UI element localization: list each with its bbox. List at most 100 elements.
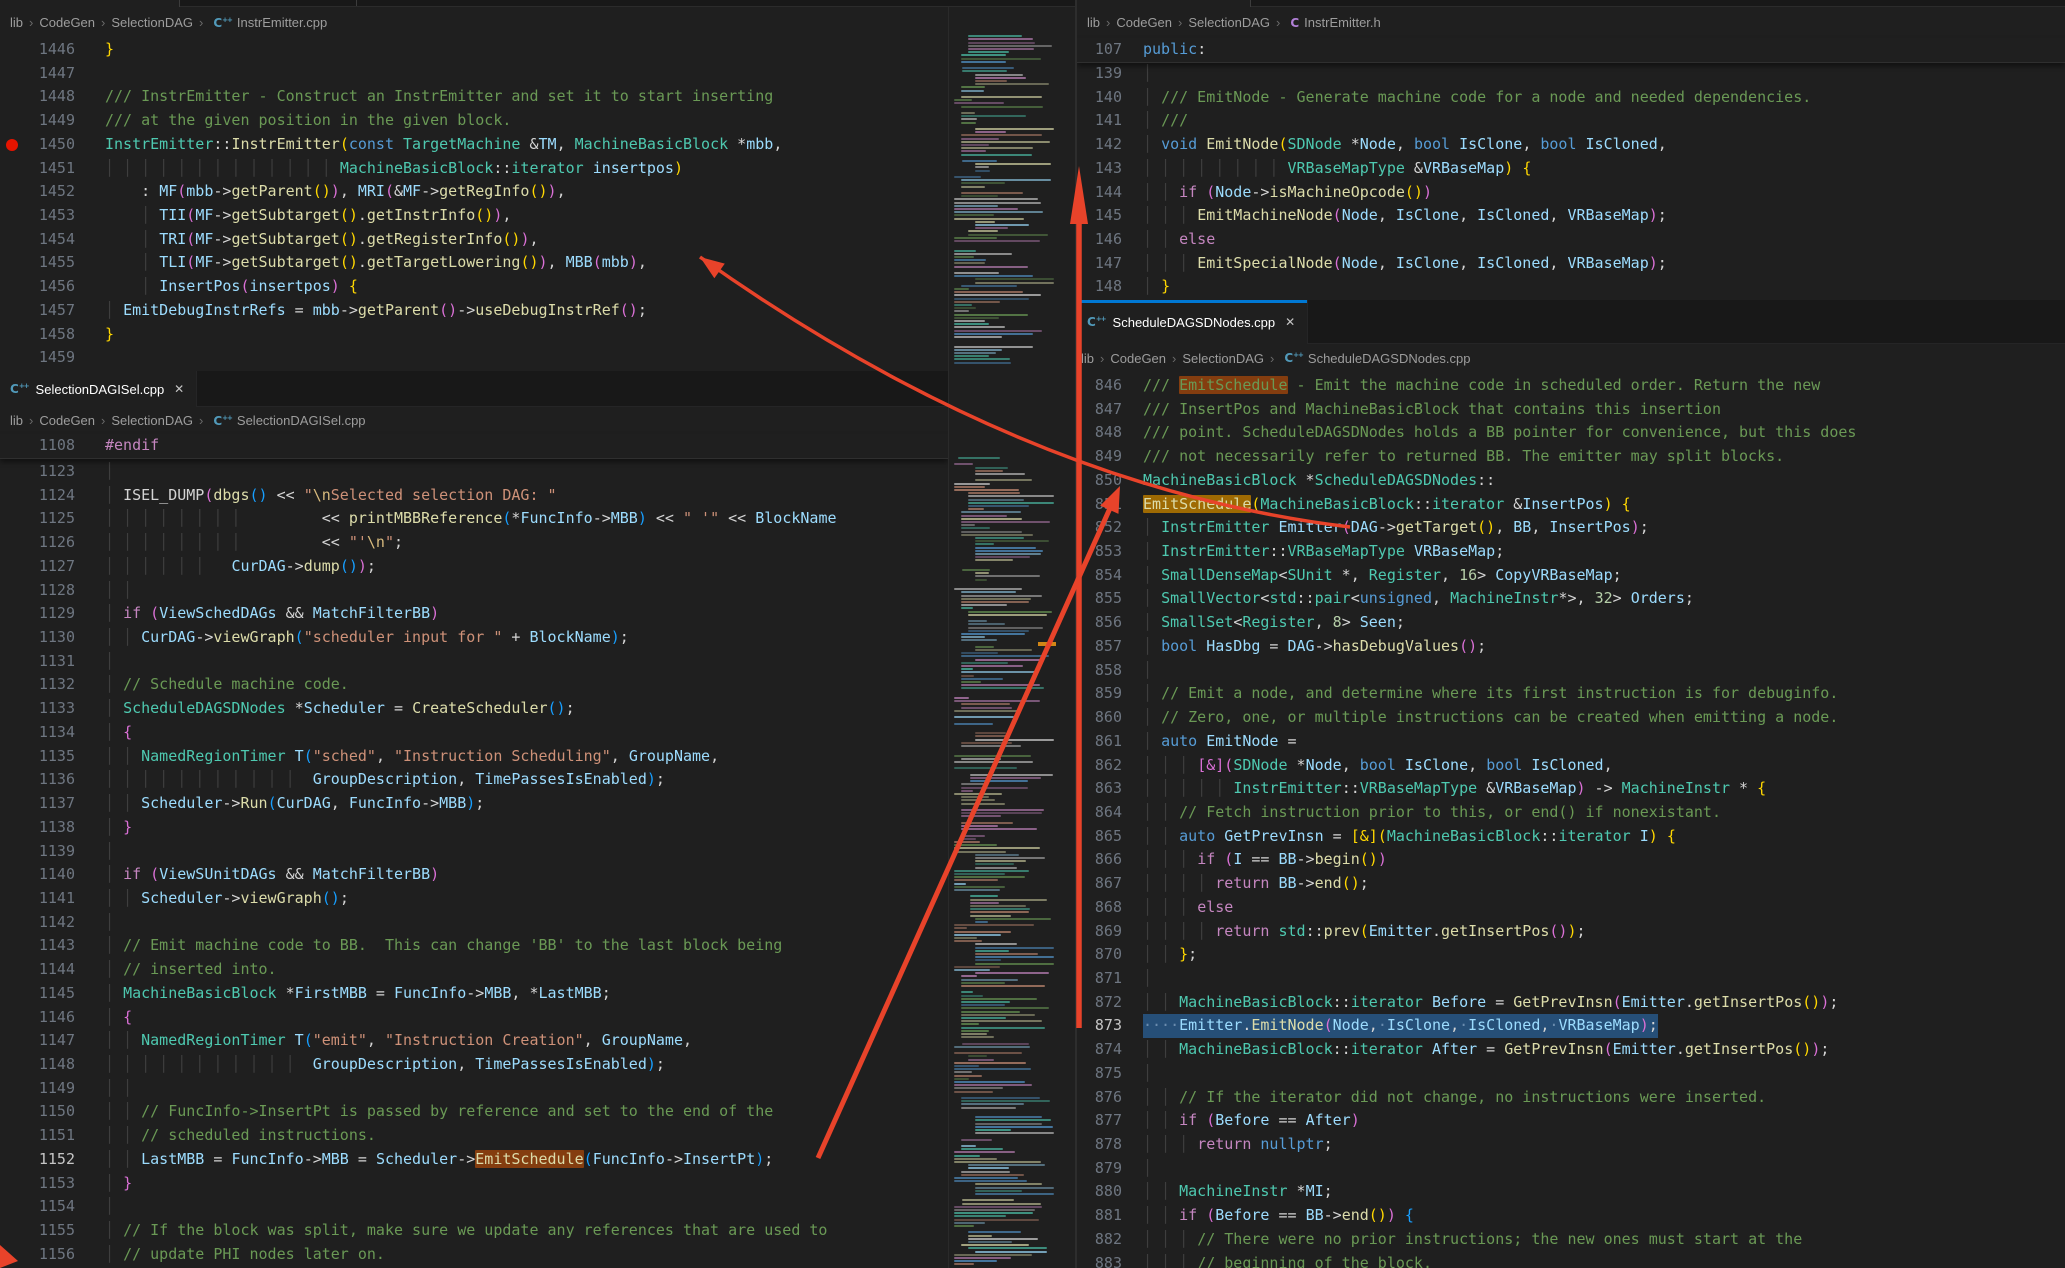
- line-number[interactable]: 879: [1077, 1157, 1122, 1181]
- line-number[interactable]: 1147: [0, 1029, 75, 1053]
- line-number[interactable]: 1149: [0, 1077, 75, 1101]
- line-number[interactable]: 1131: [0, 650, 75, 674]
- breadcrumb-item[interactable]: SelectionDAG: [1188, 15, 1270, 30]
- line-number[interactable]: 855: [1077, 587, 1122, 611]
- line-number[interactable]: 1123: [0, 460, 75, 484]
- line-number[interactable]: 867: [1077, 872, 1122, 896]
- breadcrumb-item[interactable]: lib: [1081, 351, 1094, 366]
- line-number[interactable]: 847: [1077, 398, 1122, 422]
- line-number[interactable]: 1452: [0, 180, 75, 204]
- line-number[interactable]: 1453: [0, 204, 75, 228]
- line-number[interactable]: 1153: [0, 1172, 75, 1196]
- tab-instremitter-cpp-sliver[interactable]: [0, 0, 179, 7]
- line-number[interactable]: 145: [1077, 204, 1122, 228]
- line-number[interactable]: 1136: [0, 768, 75, 792]
- line-number[interactable]: 864: [1077, 801, 1122, 825]
- line-number[interactable]: 872: [1077, 991, 1122, 1015]
- line-number[interactable]: 1143: [0, 934, 75, 958]
- line-number[interactable]: 1125: [0, 507, 75, 531]
- line-number[interactable]: 140: [1077, 86, 1122, 110]
- line-number[interactable]: 846: [1077, 374, 1122, 398]
- line-number[interactable]: 1458: [0, 323, 75, 347]
- line-number[interactable]: 865: [1077, 825, 1122, 849]
- line-number[interactable]: 882: [1077, 1228, 1122, 1252]
- line-number[interactable]: 1128: [0, 579, 75, 603]
- breadcrumb[interactable]: lib›CodeGen›SelectionDAG›CInstrEmitter.h: [1077, 7, 2065, 38]
- line-number[interactable]: 1139: [0, 840, 75, 864]
- breadcrumb-item[interactable]: lib: [10, 15, 23, 30]
- line-number[interactable]: 869: [1077, 920, 1122, 944]
- breadcrumb[interactable]: lib›CodeGen›SelectionDAG›CInstrEmitter.c…: [0, 7, 948, 38]
- line-number[interactable]: 142: [1077, 133, 1122, 157]
- top-tabbar-sliver[interactable]: [0, 0, 2065, 7]
- breadcrumb-item[interactable]: CodeGen: [39, 413, 95, 428]
- line-number[interactable]: 859: [1077, 682, 1122, 706]
- line-number[interactable]: 147: [1077, 252, 1122, 276]
- minimap-bottom-left[interactable]: [950, 455, 1062, 1268]
- line-number[interactable]: 1448: [0, 85, 75, 109]
- tab-scheduledagsdnodes-cpp[interactable]: C ScheduleDAGSDNodes.cpp ✕: [1077, 300, 1308, 344]
- breadcrumb-item[interactable]: CodeGen: [1116, 15, 1172, 30]
- line-number[interactable]: 1154: [0, 1195, 75, 1219]
- tab-instremitter-h-sliver[interactable]: [1076, 0, 1250, 7]
- line-number[interactable]: 852: [1077, 516, 1122, 540]
- line-number[interactable]: 876: [1077, 1086, 1122, 1110]
- line-number[interactable]: 1148: [0, 1053, 75, 1077]
- line-number[interactable]: 1151: [0, 1124, 75, 1148]
- line-number[interactable]: 862: [1077, 754, 1122, 778]
- breadcrumb[interactable]: lib›CodeGen›SelectionDAG›CSelectionDAGIS…: [0, 407, 948, 434]
- line-number[interactable]: 1140: [0, 863, 75, 887]
- line-number[interactable]: 1133: [0, 697, 75, 721]
- line-number[interactable]: 1155: [0, 1219, 75, 1243]
- line-number[interactable]: 1446: [0, 38, 75, 62]
- line-number[interactable]: 1449: [0, 109, 75, 133]
- line-number[interactable]: 850: [1077, 469, 1122, 493]
- line-number[interactable]: 144: [1077, 181, 1122, 205]
- line-number[interactable]: 851: [1077, 493, 1122, 517]
- line-number[interactable]: 148: [1077, 275, 1122, 299]
- breadcrumb-file[interactable]: InstrEmitter.h: [1304, 15, 1381, 30]
- close-icon[interactable]: ✕: [1285, 315, 1295, 329]
- breadcrumb-file[interactable]: ScheduleDAGSDNodes.cpp: [1308, 351, 1471, 366]
- breadcrumb-item[interactable]: SelectionDAG: [111, 413, 193, 428]
- line-number[interactable]: 1457: [0, 299, 75, 323]
- breadcrumb-file[interactable]: InstrEmitter.cpp: [237, 15, 327, 30]
- line-number[interactable]: 1108: [0, 434, 75, 458]
- line-number[interactable]: 854: [1077, 564, 1122, 588]
- line-number[interactable]: 139: [1077, 62, 1122, 86]
- line-number[interactable]: 875: [1077, 1062, 1122, 1086]
- breakpoint-icon[interactable]: [6, 139, 18, 151]
- line-number[interactable]: 863: [1077, 777, 1122, 801]
- line-number[interactable]: 1129: [0, 602, 75, 626]
- line-number[interactable]: 1150: [0, 1100, 75, 1124]
- line-number[interactable]: 848: [1077, 421, 1122, 445]
- line-number[interactable]: 880: [1077, 1180, 1122, 1204]
- line-number[interactable]: 1137: [0, 792, 75, 816]
- line-number[interactable]: 1156: [0, 1243, 75, 1267]
- line-number[interactable]: 1130: [0, 626, 75, 650]
- line-number[interactable]: 883: [1077, 1252, 1122, 1268]
- line-number[interactable]: 878: [1077, 1133, 1122, 1157]
- line-number[interactable]: 107: [1077, 38, 1122, 62]
- line-number[interactable]: 1127: [0, 555, 75, 579]
- line-number[interactable]: 1456: [0, 275, 75, 299]
- line-number[interactable]: 860: [1077, 706, 1122, 730]
- line-number[interactable]: 1145: [0, 982, 75, 1006]
- breadcrumb-item[interactable]: SelectionDAG: [1182, 351, 1264, 366]
- line-number[interactable]: 1454: [0, 228, 75, 252]
- line-number[interactable]: 143: [1077, 157, 1122, 181]
- line-number[interactable]: 1152: [0, 1148, 75, 1172]
- line-number[interactable]: 1451: [0, 157, 75, 181]
- breadcrumb-item[interactable]: lib: [10, 413, 23, 428]
- breadcrumb-item[interactable]: CodeGen: [39, 15, 95, 30]
- line-number[interactable]: 881: [1077, 1204, 1122, 1228]
- line-number[interactable]: 1141: [0, 887, 75, 911]
- line-number[interactable]: 868: [1077, 896, 1122, 920]
- line-number[interactable]: 849: [1077, 445, 1122, 469]
- breadcrumb[interactable]: lib›CodeGen›SelectionDAG›CScheduleDAGSDN…: [1077, 344, 2065, 372]
- line-number[interactable]: 861: [1077, 730, 1122, 754]
- line-number[interactable]: 1135: [0, 745, 75, 769]
- line-number[interactable]: 1142: [0, 911, 75, 935]
- tab-selectiondagisel-cpp[interactable]: C SelectionDAGISel.cpp ✕: [0, 371, 197, 407]
- line-number[interactable]: 871: [1077, 967, 1122, 991]
